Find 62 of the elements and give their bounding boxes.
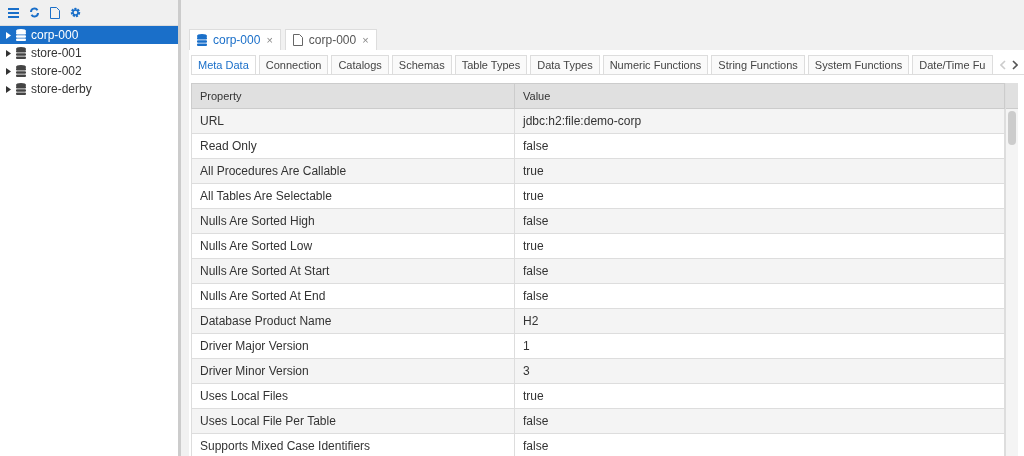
menu-icon[interactable] bbox=[8, 7, 19, 18]
table-cell: Uses Local File Per Table bbox=[191, 408, 515, 434]
table-cell: Read Only bbox=[191, 133, 515, 159]
database-icon bbox=[16, 47, 26, 59]
table-cell: 1 bbox=[514, 333, 1005, 359]
table-cell: Driver Major Version bbox=[191, 333, 515, 359]
table-cell: Database Product Name bbox=[191, 308, 515, 334]
table-cell: All Tables Are Selectable bbox=[191, 183, 515, 209]
tab[interactable]: Numeric Functions bbox=[602, 55, 709, 74]
tree-item[interactable]: store-derby bbox=[0, 80, 178, 98]
close-icon[interactable]: × bbox=[362, 34, 369, 46]
expand-icon[interactable] bbox=[6, 67, 11, 75]
scrollbar[interactable] bbox=[1005, 83, 1018, 456]
database-icon bbox=[16, 83, 26, 95]
tree-item[interactable]: corp-000 bbox=[0, 26, 178, 44]
table-cell: H2 bbox=[514, 308, 1005, 334]
expand-icon[interactable] bbox=[6, 85, 11, 93]
table-cell: Nulls Are Sorted At Start bbox=[191, 258, 515, 284]
table-cell: All Procedures Are Callable bbox=[191, 158, 515, 184]
column-header[interactable]: Value bbox=[514, 83, 1005, 109]
tab[interactable]: System Functions bbox=[807, 55, 910, 74]
table-cell: false bbox=[514, 283, 1005, 309]
table-cell: false bbox=[514, 133, 1005, 159]
table-cell: Nulls Are Sorted Low bbox=[191, 233, 515, 259]
close-icon[interactable]: × bbox=[266, 34, 273, 46]
table-cell: Nulls Are Sorted At End bbox=[191, 283, 515, 309]
file-icon bbox=[292, 34, 303, 46]
tab[interactable]: Data Types bbox=[530, 55, 600, 74]
settings-icon[interactable] bbox=[70, 7, 81, 18]
document-tab[interactable]: corp-000 × bbox=[189, 29, 281, 50]
tree-item[interactable]: store-001 bbox=[0, 44, 178, 62]
table-cell: true bbox=[514, 158, 1005, 184]
table-cell: Nulls Are Sorted High bbox=[191, 208, 515, 234]
database-icon bbox=[16, 65, 26, 77]
tab[interactable]: Schemas bbox=[391, 55, 452, 74]
column-header[interactable]: Property bbox=[191, 83, 515, 109]
tree-item[interactable]: store-002 bbox=[0, 62, 178, 80]
tab[interactable]: String Functions bbox=[711, 55, 805, 74]
table-cell: URL bbox=[191, 108, 515, 134]
table-cell: Supports Mixed Case Identifiers bbox=[191, 433, 515, 456]
expand-icon[interactable] bbox=[6, 49, 11, 57]
table-cell: true bbox=[514, 383, 1005, 409]
chevron-right-icon[interactable] bbox=[1011, 59, 1018, 70]
table-cell: jdbc:h2:file:demo-corp bbox=[514, 108, 1005, 134]
tab[interactable]: Meta Data bbox=[191, 55, 256, 74]
table-cell: Driver Minor Version bbox=[191, 358, 515, 384]
table-cell: true bbox=[514, 183, 1005, 209]
table-cell: false bbox=[514, 408, 1005, 434]
table-cell: 3 bbox=[514, 358, 1005, 384]
database-icon bbox=[197, 34, 207, 46]
tab[interactable]: Table Types bbox=[454, 55, 528, 74]
tab[interactable]: Date/Time Fu bbox=[912, 55, 993, 74]
tab[interactable]: Catalogs bbox=[331, 55, 389, 74]
database-icon bbox=[16, 29, 26, 41]
table-cell: false bbox=[514, 258, 1005, 284]
table-cell: Uses Local Files bbox=[191, 383, 515, 409]
file-icon[interactable] bbox=[50, 6, 60, 19]
tab[interactable]: Connection bbox=[258, 55, 329, 74]
table-cell: true bbox=[514, 233, 1005, 259]
table-cell: false bbox=[514, 208, 1005, 234]
document-tab[interactable]: corp-000 × bbox=[284, 29, 377, 50]
refresh-icon[interactable] bbox=[29, 7, 40, 18]
